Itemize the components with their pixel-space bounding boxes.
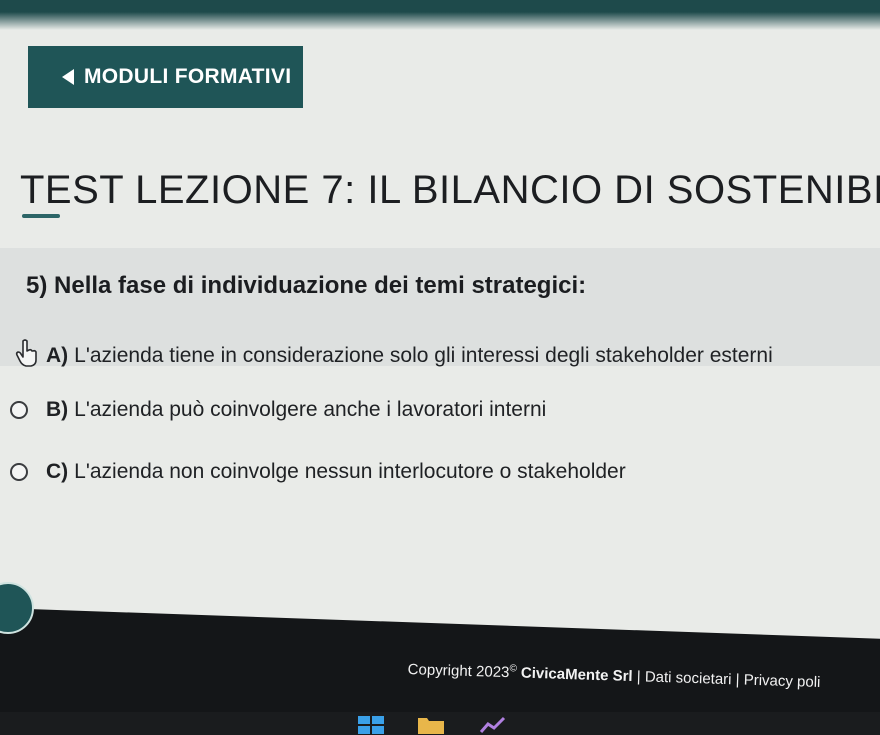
arrow-left-icon (62, 69, 74, 85)
answer-option-b[interactable]: B) L'azienda può coinvolgere anche i lav… (10, 398, 546, 422)
option-a-letter: A) (46, 344, 69, 367)
footer-separator-1: | (636, 668, 641, 686)
question-text: 5) Nella fase di individuazione dei temi… (26, 272, 587, 299)
company-data-link[interactable]: Dati societari (645, 668, 732, 688)
option-b-letter: B) (46, 398, 69, 421)
radio-c[interactable] (10, 463, 28, 481)
option-a-text: L'azienda tiene in considerazione solo g… (74, 344, 773, 367)
windows-start-icon[interactable] (356, 714, 386, 735)
hand-pointer-icon (15, 339, 37, 367)
top-header-strip (0, 0, 880, 30)
title-underline (22, 214, 60, 218)
footer-separator-2: | (735, 671, 740, 689)
back-to-modules-button[interactable]: MODULI FORMATIVI (28, 46, 303, 108)
option-c-text: L'azienda non coinvolge nessun interlocu… (74, 460, 626, 483)
copyright-symbol: © (509, 663, 518, 675)
page-title: TEST LEZIONE 7: IL BILANCIO DI SOSTENIBI… (20, 168, 880, 212)
answer-option-c[interactable]: C) L'azienda non coinvolge nessun interl… (10, 460, 626, 484)
folder-icon[interactable] (416, 714, 446, 735)
copyright-label: Copyright (407, 660, 473, 681)
back-button-label: MODULI FORMATIVI (84, 65, 292, 88)
radio-b[interactable] (10, 401, 28, 419)
privacy-policy-link[interactable]: Privacy poli (743, 672, 820, 691)
company-name: CivicaMente Srl (520, 664, 633, 686)
option-c-letter: C) (46, 460, 69, 483)
copyright-year: 2023 (475, 663, 510, 682)
chart-icon[interactable] (478, 714, 508, 735)
option-b-text: L'azienda può coinvolgere anche i lavora… (74, 398, 547, 421)
answer-option-a[interactable]: A) L'azienda tiene in considerazione sol… (10, 344, 773, 368)
